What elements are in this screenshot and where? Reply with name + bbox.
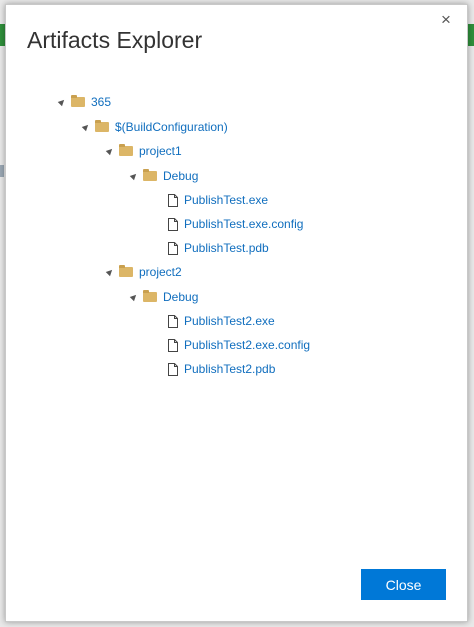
tree-node-label[interactable]: PublishTest2.exe xyxy=(184,314,275,328)
file-icon xyxy=(168,362,178,376)
tree-node-folder[interactable]: 365 xyxy=(57,93,111,111)
artifacts-explorer-dialog: Artifacts Explorer × 365 $(BuildConfigur… xyxy=(5,4,468,622)
tree-node-folder[interactable]: Debug xyxy=(129,167,198,185)
tree-node-label[interactable]: PublishTest.pdb xyxy=(184,241,269,255)
file-icon xyxy=(168,217,178,231)
tree-node-file[interactable]: PublishTest2.pdb xyxy=(168,360,275,378)
expand-toggle-icon[interactable] xyxy=(105,267,115,277)
tree-node-file[interactable]: PublishTest.pdb xyxy=(168,239,269,257)
folder-icon xyxy=(143,290,157,302)
tree-node-label[interactable]: 365 xyxy=(91,95,111,109)
tree-node-label[interactable]: PublishTest.exe.config xyxy=(184,217,303,231)
tree-node-label[interactable]: PublishTest2.exe.config xyxy=(184,338,310,352)
tree-node-label[interactable]: project1 xyxy=(139,144,182,158)
dialog-title: Artifacts Explorer xyxy=(27,27,203,53)
expand-toggle-icon[interactable] xyxy=(105,146,115,156)
expand-toggle-icon[interactable] xyxy=(129,292,139,302)
tree-node-file[interactable]: PublishTest.exe.config xyxy=(168,215,303,233)
background-banner-right xyxy=(468,24,474,46)
tree-node-label[interactable]: PublishTest2.pdb xyxy=(184,362,275,376)
tree-node-file[interactable]: PublishTest2.exe.config xyxy=(168,336,310,354)
tree-node-file[interactable]: PublishTest.exe xyxy=(168,191,268,209)
tree-node-folder[interactable]: Debug xyxy=(129,288,198,306)
folder-icon xyxy=(71,95,85,107)
close-button[interactable]: Close xyxy=(361,569,446,600)
tree-node-label[interactable]: Debug xyxy=(163,169,198,183)
expand-toggle-icon[interactable] xyxy=(57,97,67,107)
file-icon xyxy=(168,193,178,207)
close-icon[interactable]: × xyxy=(435,9,457,31)
expand-toggle-icon[interactable] xyxy=(129,171,139,181)
tree-node-label[interactable]: project2 xyxy=(139,265,182,279)
tree-node-folder[interactable]: $(BuildConfiguration) xyxy=(81,118,228,136)
file-icon xyxy=(168,338,178,352)
folder-icon xyxy=(143,169,157,181)
tree-node-label[interactable]: Debug xyxy=(163,290,198,304)
background-element xyxy=(0,165,4,177)
tree-node-file[interactable]: PublishTest2.exe xyxy=(168,312,275,330)
file-icon xyxy=(168,314,178,328)
tree-node-label[interactable]: $(BuildConfiguration) xyxy=(115,120,228,134)
file-icon xyxy=(168,241,178,255)
expand-toggle-icon[interactable] xyxy=(81,122,91,132)
folder-icon xyxy=(119,144,133,156)
tree-node-folder[interactable]: project2 xyxy=(105,263,182,281)
folder-icon xyxy=(95,120,109,132)
folder-icon xyxy=(119,265,133,277)
tree-node-label[interactable]: PublishTest.exe xyxy=(184,193,268,207)
tree-node-folder[interactable]: project1 xyxy=(105,142,182,160)
